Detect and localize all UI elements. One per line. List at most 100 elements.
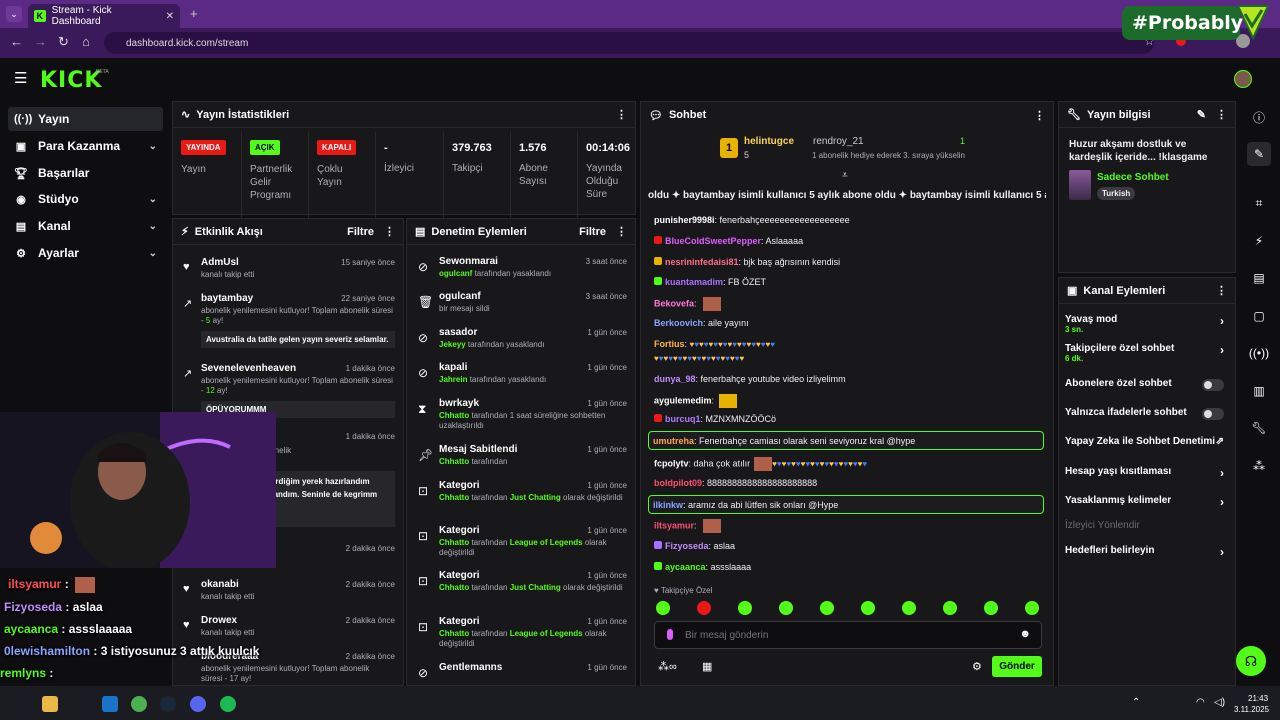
goals-row[interactable]: Hedefleri belirleyin › xyxy=(1065,545,1230,559)
chat-username[interactable]: dunya_98 xyxy=(654,374,696,384)
info-icon[interactable]: ⓘ xyxy=(1247,106,1271,130)
crop-icon[interactable]: ⌗ xyxy=(1247,191,1271,215)
sub-only-toggle[interactable] xyxy=(1202,379,1224,391)
chat-tools-icon[interactable]: ⁂∞ xyxy=(658,660,677,673)
filter-button[interactable]: Filtre xyxy=(579,226,606,238)
mod-target[interactable]: sasador xyxy=(439,327,477,338)
support-button[interactable]: ☊ xyxy=(1236,646,1266,676)
mod-target[interactable]: Kategori xyxy=(439,525,480,536)
chat-username[interactable]: kuantamadim xyxy=(665,277,723,287)
chat-username[interactable]: umutreha xyxy=(653,436,694,446)
category-thumbnail[interactable] xyxy=(1069,170,1091,200)
mic-icon[interactable] xyxy=(667,629,673,640)
mod-target[interactable]: bwrkayk xyxy=(439,398,479,409)
category-name[interactable]: Sadece Sohbet xyxy=(1097,172,1169,183)
send-button[interactable]: Gönder xyxy=(992,656,1042,677)
nav-item-studio[interactable]: ◉ Stüdyo ⌄ xyxy=(8,187,163,211)
feed-user[interactable]: AdmUsl xyxy=(201,257,239,268)
edit-icon[interactable]: ✎ xyxy=(1247,142,1271,166)
feed-user[interactable]: Sevenelevenheaven xyxy=(201,363,296,374)
follower-only-row[interactable]: Takipçilere özel sohbet 6 dk. › xyxy=(1065,343,1230,363)
bolt-icon[interactable]: ⚡︎ xyxy=(1247,229,1271,253)
chat-username[interactable]: burcuq1 xyxy=(665,414,701,424)
new-tab-button[interactable]: + xyxy=(190,6,198,21)
edit-pencil-icon[interactable]: ✎ xyxy=(1197,108,1206,121)
user-avatar[interactable] xyxy=(1234,70,1252,88)
tab-close-icon[interactable]: ✕ xyxy=(166,11,174,22)
more-options-icon[interactable]: ⋮ xyxy=(384,225,395,238)
quick-emote-icon[interactable] xyxy=(697,601,711,615)
more-options-icon[interactable]: ⋮ xyxy=(1216,284,1227,297)
broadcast-icon[interactable]: ((•)) xyxy=(1247,341,1271,365)
quick-emote-icon[interactable] xyxy=(1025,601,1039,615)
taskbar-time[interactable]: 21:43 xyxy=(1248,694,1268,703)
chat-username[interactable]: aygulemedim xyxy=(654,395,712,405)
quick-emote-icon[interactable] xyxy=(738,601,752,615)
mod-actor[interactable]: Chhatto xyxy=(439,493,469,502)
chat-settings-icon[interactable]: ⚙ xyxy=(972,660,982,673)
more-options-icon[interactable]: ⋮ xyxy=(616,108,627,121)
mod-target[interactable]: ogulcanf xyxy=(439,291,481,302)
url-input[interactable]: dashboard.kick.com/stream xyxy=(104,32,1154,54)
account-age-row[interactable]: Hesap yaşı kısıtlaması › xyxy=(1065,466,1230,480)
mod-category[interactable]: League of Legends xyxy=(510,538,583,547)
mod-actor[interactable]: Chhatto xyxy=(439,629,469,638)
steam-icon[interactable] xyxy=(160,696,176,712)
quick-emote-icon[interactable] xyxy=(861,601,875,615)
reload-icon[interactable]: ↻ xyxy=(58,34,69,50)
chat-icon[interactable]: ▢ xyxy=(1247,304,1271,328)
chat-username[interactable]: punisher9998i xyxy=(654,215,715,225)
chat-username[interactable]: Fizyoseda xyxy=(665,541,709,551)
chat-username[interactable]: BlueColdSweetPepper xyxy=(665,236,761,246)
store-icon[interactable]: ▦ xyxy=(702,660,712,673)
nav-item-channel[interactable]: ▤ Kanal ⌄ xyxy=(8,214,163,238)
discord-icon[interactable] xyxy=(190,696,206,712)
spotify-icon[interactable] xyxy=(220,696,236,712)
leader-name[interactable]: helintugce xyxy=(744,136,794,147)
chat-username[interactable]: iltsyamur xyxy=(654,520,694,530)
nav-item-stream[interactable]: ((·)) Yayın xyxy=(8,107,163,131)
forward-icon[interactable]: → xyxy=(34,34,47,49)
chat-username[interactable]: ilkinkw xyxy=(653,500,683,510)
tab-menu-icon[interactable]: ⌄ xyxy=(6,6,22,22)
leader2-name[interactable]: rendroy_21 xyxy=(813,136,864,147)
mod-target[interactable]: kapali xyxy=(439,362,467,373)
chat-pin-toggle-icon[interactable]: ⩡ xyxy=(842,170,848,181)
quick-emote-icon[interactable] xyxy=(779,601,793,615)
chrome-icon[interactable] xyxy=(131,696,147,712)
feed-user[interactable]: okanabi xyxy=(201,579,239,590)
outlook-icon[interactable] xyxy=(102,696,118,712)
mod-target[interactable]: Kategori xyxy=(439,616,480,627)
mod-actor[interactable]: Chhatto xyxy=(439,457,469,466)
quick-emote-icon[interactable] xyxy=(984,601,998,615)
chat-username[interactable]: Bekovefa xyxy=(654,298,694,308)
mod-target[interactable]: Kategori xyxy=(439,570,480,581)
mod-actor[interactable]: Chhatto xyxy=(439,583,469,592)
banned-words-row[interactable]: Yasaklanmış kelimeler › xyxy=(1065,495,1230,509)
mod-actor[interactable]: Chhatto xyxy=(439,538,469,547)
mod-category[interactable]: Just Chatting xyxy=(510,583,561,592)
chat-username[interactable]: aycaanca xyxy=(665,562,706,572)
document-icon[interactable]: ▤ xyxy=(1247,266,1271,290)
mod-actor[interactable]: Jekeyy xyxy=(439,340,466,349)
mod-category[interactable]: League of Legends xyxy=(510,629,583,638)
home-icon[interactable]: ⌂ xyxy=(82,34,90,49)
feed-user[interactable]: baytambay xyxy=(201,293,253,304)
more-options-icon[interactable]: ⋮ xyxy=(1034,109,1045,122)
nav-item-settings[interactable]: ⚙ Ayarlar ⌄ xyxy=(8,241,163,265)
chat-username[interactable]: Berkoovich xyxy=(654,318,703,328)
panels-icon[interactable]: ▥ xyxy=(1247,379,1271,403)
tray-chevron-icon[interactable]: ⌃ xyxy=(1132,697,1140,708)
filter-button[interactable]: Filtre xyxy=(347,226,374,238)
quick-emote-icon[interactable] xyxy=(656,601,670,615)
ai-moderation-row[interactable]: Yapay Zeka ile Sohbet Denetimi ⇗ xyxy=(1065,436,1230,447)
emote-only-toggle[interactable] xyxy=(1202,408,1224,420)
chat-message-input[interactable] xyxy=(685,626,1005,644)
mod-target[interactable]: Mesaj Sabitlendi xyxy=(439,444,517,455)
mod-actor[interactable]: Jahrein xyxy=(439,375,467,384)
mod-category[interactable]: Just Chatting xyxy=(510,493,561,502)
mod-target[interactable]: Gentlemanns xyxy=(439,662,502,673)
chat-username[interactable]: fcpolytv xyxy=(654,458,689,468)
back-icon[interactable]: ← xyxy=(10,34,23,49)
taskbar-date[interactable]: 3.11.2025 xyxy=(1234,705,1269,714)
